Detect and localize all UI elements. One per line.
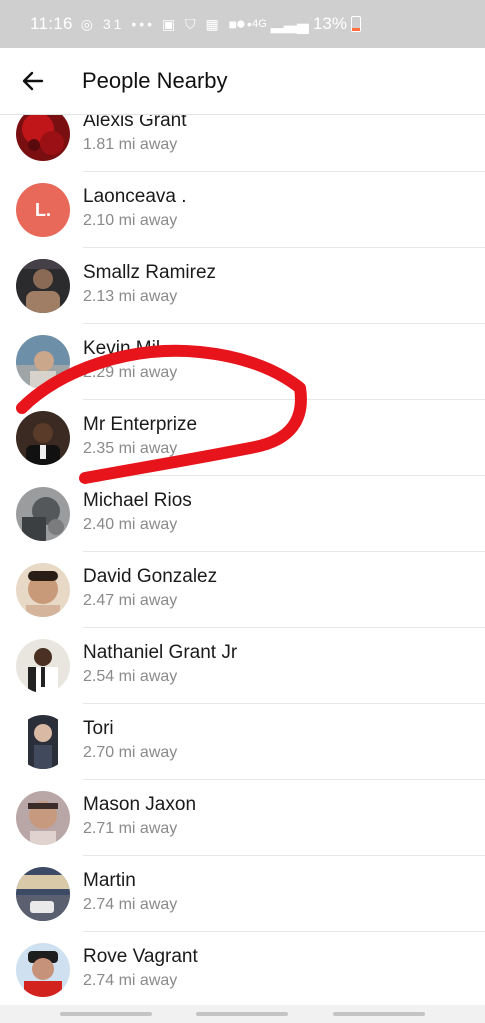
nav-handle[interactable] (333, 1012, 425, 1016)
network-label: 4G (252, 18, 267, 30)
people-nearby-list[interactable]: Alexis Grant 1.81 mi away L. Laonceava .… (0, 115, 485, 1005)
status-notification-icons: ◎ 31 ••• ▣ ⛉ ▦ ■ • (80, 15, 255, 32)
avatar (16, 791, 70, 845)
person-distance: 2.10 mi away (83, 212, 178, 229)
avatar (16, 715, 70, 769)
status-bar: 11:16 ◎ 31 ••• ▣ ⛉ ▦ ■ • ● 4G ▂▃▄ 13% (0, 0, 485, 48)
avatar-initials: L. (16, 183, 70, 237)
location-icon: ● (235, 14, 247, 33)
status-time: 11:16 (30, 14, 73, 33)
list-item[interactable]: Michael Rios 2.40 mi away (0, 476, 485, 552)
person-name: Kevin Mil (83, 338, 161, 359)
avatar (16, 867, 70, 921)
person-distance: 2.74 mi away (83, 972, 178, 989)
battery-icon (351, 16, 361, 32)
list-item[interactable]: Martin 2.74 mi away (0, 856, 485, 932)
person-name: David Gonzalez (83, 566, 218, 587)
list-item[interactable]: Kevin Mil 2.29 mi away (0, 324, 485, 400)
person-distance: 2.29 mi away (83, 364, 178, 381)
list-item[interactable]: Smallz Ramirez 2.13 mi away (0, 248, 485, 324)
navigation-bar (0, 1005, 485, 1023)
person-distance: 2.70 mi away (83, 744, 178, 761)
person-name: Mr Enterprize (83, 414, 198, 435)
avatar (16, 259, 70, 313)
signal-icon: ▂▃▄ (270, 14, 309, 33)
person-name: Nathaniel Grant Jr (83, 642, 238, 663)
list-item[interactable]: Nathaniel Grant Jr 2.54 mi away (0, 628, 485, 704)
list-item[interactable]: L. Laonceava . 2.10 mi away (0, 172, 485, 248)
list-item[interactable]: Mason Jaxon 2.71 mi away (0, 780, 485, 856)
avatar (16, 335, 70, 389)
person-name: Smallz Ramirez (83, 262, 217, 283)
person-distance: 2.54 mi away (83, 668, 178, 685)
list-item[interactable]: Alexis Grant 1.81 mi away (0, 115, 485, 172)
person-name: Tori (83, 718, 114, 739)
avatar: L. (16, 183, 70, 237)
avatar (16, 115, 70, 161)
battery-label: 13% (312, 14, 347, 33)
person-name: Martin (83, 870, 136, 891)
avatar (16, 487, 70, 541)
list-item[interactable]: David Gonzalez 2.47 mi away (0, 552, 485, 628)
avatar (16, 943, 70, 997)
person-distance: 2.47 mi away (83, 592, 178, 609)
app-bar: People Nearby (0, 48, 485, 115)
back-button[interactable] (18, 66, 48, 96)
person-distance: 2.71 mi away (83, 820, 178, 837)
person-distance: 2.13 mi away (83, 288, 178, 305)
list-item[interactable]: Rove Vagrant 2.74 mi away (0, 932, 485, 1005)
person-name: Rove Vagrant (83, 946, 198, 967)
person-distance: 1.81 mi away (83, 136, 178, 153)
person-name: Laonceava . (83, 186, 187, 207)
nav-handle[interactable] (60, 1012, 152, 1016)
avatar (16, 411, 70, 465)
status-battery-area: ● 4G ▂▃▄ 13% (236, 0, 361, 48)
person-name: Alexis Grant (83, 115, 187, 131)
list-item[interactable]: Tori 2.70 mi away (0, 704, 485, 780)
nav-handle[interactable] (196, 1012, 288, 1016)
page-title: People Nearby (82, 68, 228, 93)
person-name: Michael Rios (83, 490, 192, 511)
person-distance: 2.40 mi away (83, 516, 178, 533)
avatar (16, 563, 70, 617)
list-item[interactable]: Mr Enterprize 2.35 mi away (0, 400, 485, 476)
arrow-left-icon (22, 71, 44, 91)
person-name: Mason Jaxon (83, 794, 197, 815)
person-distance: 2.74 mi away (83, 896, 178, 913)
avatar (16, 639, 70, 693)
person-distance: 2.35 mi away (83, 440, 178, 457)
